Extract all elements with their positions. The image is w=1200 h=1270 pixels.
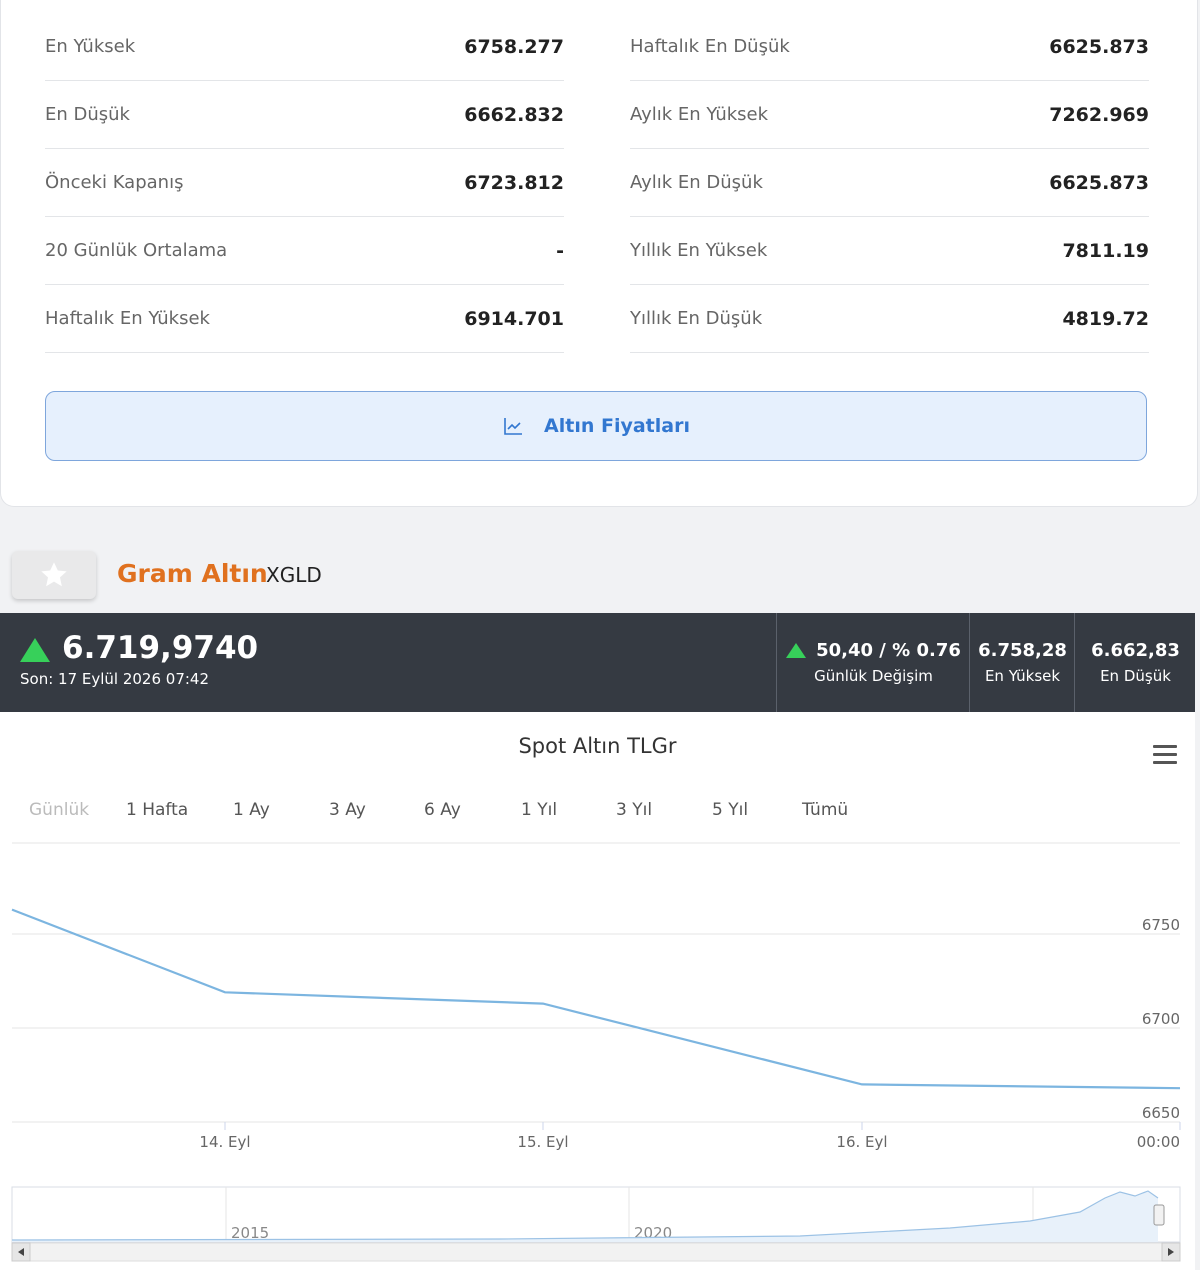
price-chart[interactable]: 66506700675014. Eyl 15. Eyl 16. Eyl 00:0020…: [0, 840, 1195, 1270]
navigator-scrollbar[interactable]: [11, 1242, 1181, 1262]
stat-label: Aylık En Düşük: [630, 172, 763, 193]
stat-row: En Yüksek 6758.277: [45, 13, 564, 81]
stat-value: 6914.701: [464, 307, 564, 330]
y-tick-label: 6750: [1142, 916, 1180, 934]
stat-value: 4819.72: [1062, 307, 1149, 330]
price-line: [11, 908, 1181, 1090]
low-value: 6.662,83: [1091, 640, 1180, 661]
last-update-time: Son: 17 Eylül 2026 07:42: [20, 670, 210, 688]
stat-row: Yıllık En Yüksek 7811.19: [630, 217, 1149, 285]
y-tick-label: 6700: [1142, 1010, 1180, 1028]
stat-row: Haftalık En Düşük 6625.873: [630, 13, 1149, 81]
daily-change-metric: 50,40 / % 0.76 Günlük Değişim: [776, 613, 970, 712]
asset-name: Gram Altın: [117, 559, 268, 588]
range-button[interactable]: 3 Yıl: [616, 800, 652, 820]
gold-prices-button[interactable]: Altın Fiyatları: [45, 391, 1147, 461]
line-chart-icon: [504, 418, 523, 435]
range-button[interactable]: 1 Ay: [233, 800, 270, 820]
stat-value: 6723.812: [464, 171, 564, 194]
stat-value: 6625.873: [1049, 171, 1149, 194]
stat-row: Aylık En Düşük 6625.873: [630, 149, 1149, 217]
stat-label: Haftalık En Yüksek: [45, 308, 210, 329]
daily-change-value: 50,40 / % 0.76: [816, 640, 961, 661]
chart-title: Spot Altın TLGr: [518, 734, 677, 758]
x-tick-label: 15. Eyl: [517, 1133, 568, 1151]
stat-value: -: [556, 239, 564, 262]
stat-row: Önceki Kapanış 6723.812: [45, 149, 564, 217]
low-metric: 6.662,83 En Düşük: [1074, 613, 1196, 712]
range-button[interactable]: 1 Hafta: [126, 800, 188, 820]
stat-label: Aylık En Yüksek: [630, 104, 769, 125]
range-button[interactable]: 5 Yıl: [712, 800, 748, 820]
range-button[interactable]: Günlük: [29, 800, 89, 820]
range-button[interactable]: 1 Yıl: [521, 800, 557, 820]
stat-label: Yıllık En Yüksek: [630, 240, 768, 261]
stat-value: 6758.277: [464, 35, 564, 58]
range-button[interactable]: 6 Ay: [424, 800, 461, 820]
stat-value: 7262.969: [1049, 103, 1149, 126]
stats-column-left: En Yüksek 6758.277 En Düşük 6662.832 Önceki …: [45, 13, 564, 353]
stat-label: Önceki Kapanış: [45, 172, 184, 193]
stats-card: En Yüksek 6758.277 En Düşük 6662.832 Önceki …: [0, 0, 1198, 507]
high-label: En Yüksek: [984, 667, 1061, 685]
change-up-arrow-icon: [786, 643, 807, 658]
stat-label: En Yüksek: [45, 36, 136, 57]
high-value: 6.758,28: [978, 640, 1067, 661]
stat-row: Aylık En Yüksek 7262.969: [630, 81, 1149, 149]
daily-change-label: Günlük Değişim: [814, 667, 933, 685]
last-price: 6.719,9740: [62, 630, 259, 666]
stat-row: En Düşük 6662.832: [45, 81, 564, 149]
stat-value: 6625.873: [1049, 35, 1149, 58]
stats-column-right: Haftalık En Düşük 6625.873 Aylık En Yüksek…: [630, 13, 1149, 353]
x-tick-label: 16. Eyl: [836, 1133, 887, 1151]
range-button[interactable]: Tümü: [802, 800, 848, 820]
stat-row: Yıllık En Düşük 4819.72: [630, 285, 1149, 353]
gold-prices-button-label: Altın Fiyatları: [544, 415, 690, 437]
favorite-button[interactable]: [12, 551, 96, 599]
stat-value: 7811.19: [1062, 239, 1149, 262]
chart-menu-icon[interactable]: [1153, 745, 1177, 765]
stat-row: 20 Günlük Ortalama -: [45, 217, 564, 285]
star-icon: [41, 562, 67, 587]
high-metric: 6.758,28 En Yüksek: [969, 613, 1075, 712]
navigator-handle[interactable]: [1153, 1204, 1165, 1226]
asset-code: XGLD: [266, 563, 322, 587]
stat-label: 20 Günlük Ortalama: [45, 240, 228, 261]
stat-label: En Düşük: [45, 104, 130, 125]
stat-label: Haftalık En Düşük: [630, 36, 790, 57]
y-tick-label: 6650: [1142, 1104, 1180, 1122]
stat-label: Yıllık En Düşük: [630, 308, 763, 329]
x-tick-label: 00:00: [1137, 1133, 1180, 1151]
stat-row: Haftalık En Yüksek 6914.701: [45, 285, 564, 353]
low-label: En Düşük: [1100, 667, 1171, 685]
x-tick-label: 14. Eyl: [199, 1133, 250, 1151]
stat-value: 6662.832: [464, 103, 564, 126]
price-up-arrow-icon: [20, 638, 50, 662]
range-button[interactable]: 3 Ay: [329, 800, 366, 820]
